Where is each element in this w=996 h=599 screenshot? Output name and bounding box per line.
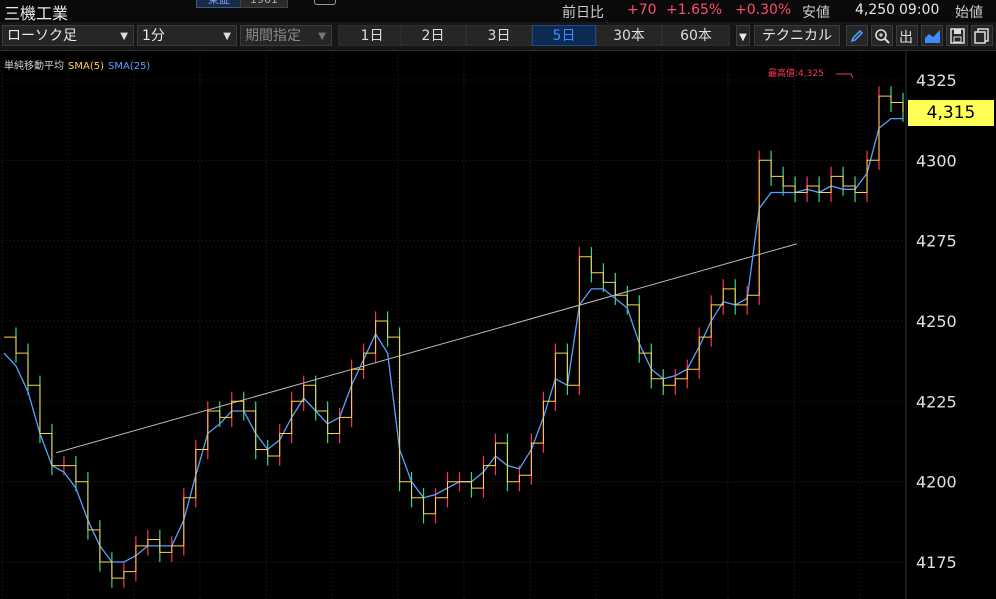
- trend-line[interactable]: [56, 243, 797, 454]
- caret-down-icon: ▼: [739, 32, 747, 43]
- caret-down-icon: ▼: [223, 31, 231, 42]
- chart-type-select[interactable]: ローソク足 ▼: [2, 25, 134, 46]
- save-icon[interactable]: [946, 25, 968, 46]
- y-tick-label: 4275: [916, 232, 957, 251]
- range-select[interactable]: 期間指定 ▼: [240, 25, 332, 46]
- y-tick-label: 4325: [916, 71, 957, 90]
- y-tick-label: 4225: [916, 392, 957, 411]
- period-tab-5d[interactable]: 5日: [532, 25, 596, 46]
- prev-close-label: 前日比: [562, 5, 604, 21]
- area-chart-icon[interactable]: [921, 25, 943, 46]
- candle-ticks: [15, 86, 904, 588]
- price-change-pct-secondary: +0.30%: [735, 2, 792, 18]
- period-tab-3d[interactable]: 3日: [466, 25, 532, 46]
- drawer-icon[interactable]: [314, 0, 336, 5]
- chart-grid: [1, 50, 907, 599]
- interval-select[interactable]: 1分 ▼: [137, 25, 237, 46]
- y-axis: 4325 4300 4275 4250 4225 4200 4175: [916, 71, 957, 572]
- open-price-label: 始値: [955, 5, 983, 21]
- svg-text:出: 出: [899, 30, 913, 44]
- period-tab-2d[interactable]: 2日: [400, 25, 466, 46]
- price-chart[interactable]: 4325 4300 4275 4250 4225 4200 4175 最高値:4,325: [0, 50, 996, 599]
- technical-button[interactable]: テクニカル: [754, 25, 840, 46]
- period-more-button[interactable]: ▼: [736, 25, 750, 46]
- chart-toolbar: ローソク足 ▼ 1分 ▼ 期間指定 ▼ 1日 2日 3日 5日 30本 60本 …: [0, 22, 996, 51]
- caret-down-icon: ▼: [318, 31, 326, 42]
- quote-header: 三機工業 東証 1961 前日比 +70 +1.65% +0.30% 安値 4,…: [0, 0, 996, 23]
- high-marker-arrow-icon: [836, 73, 854, 79]
- code-badge: 1961: [240, 0, 288, 8]
- y-tick-label: 4175: [916, 553, 957, 572]
- period-tab-1d[interactable]: 1日: [338, 25, 406, 46]
- copy-icon[interactable]: [971, 25, 993, 46]
- quote-time: 09:00: [899, 2, 940, 18]
- output-icon[interactable]: 出: [896, 25, 918, 46]
- current-price-badge: 4,315: [908, 100, 994, 126]
- pencil-icon[interactable]: [846, 25, 868, 46]
- high-price-marker: 最高値:4,325: [768, 67, 824, 79]
- low-price-value: 4,250: [855, 2, 896, 18]
- zoom-icon[interactable]: [871, 25, 893, 46]
- interval-value: 1分: [142, 28, 165, 44]
- period-tab-60[interactable]: 60本: [662, 25, 730, 46]
- range-placeholder: 期間指定: [245, 28, 301, 44]
- y-tick-label: 4250: [916, 312, 957, 331]
- y-tick-label: 4200: [916, 473, 957, 492]
- caret-down-icon: ▼: [120, 31, 128, 42]
- price-change: +70: [627, 2, 657, 18]
- stock-name: 三機工業: [4, 4, 69, 23]
- y-tick-label: 4300: [916, 151, 957, 170]
- period-tab-30[interactable]: 30本: [596, 25, 662, 46]
- sma5-line: [4, 95, 904, 579]
- chart-type-value: ローソク足: [7, 28, 77, 44]
- market-badge: 東証: [196, 0, 242, 8]
- low-price-label: 安値: [802, 5, 830, 21]
- price-change-pct: +1.65%: [666, 2, 723, 18]
